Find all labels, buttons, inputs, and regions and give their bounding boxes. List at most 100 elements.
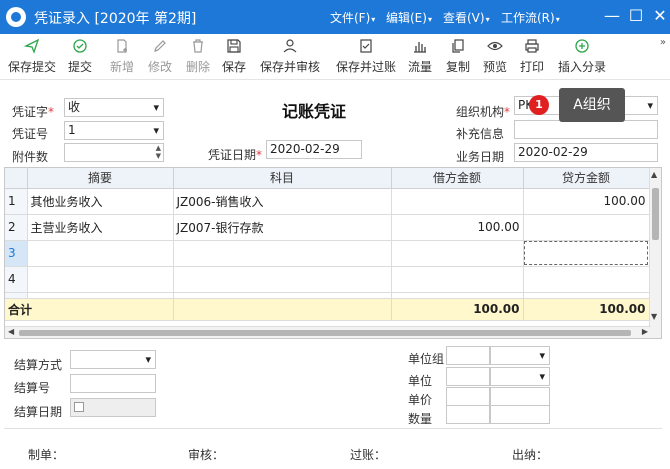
save-and-approve-label: 保存并审核 <box>260 60 321 74</box>
settle-date-checkbox[interactable] <box>74 402 84 412</box>
stepper-arrows-icon[interactable]: ▲ ▼ <box>156 144 161 160</box>
modify-label: 修改 <box>148 60 173 74</box>
settle-method-select[interactable] <box>70 350 156 369</box>
entry-grid: 摘要 科目 借方金额 贷方金额 1 其他业务收入 JZ006-销售收入 100.… <box>4 167 662 339</box>
insert-entry-button[interactable]: 插入分录 <box>558 38 606 75</box>
credit-cell[interactable]: 100.00 <box>523 188 650 215</box>
save-and-approve-button[interactable]: 保存并审核 <box>260 38 320 75</box>
copy-icon <box>446 38 470 56</box>
scroll-down-icon[interactable]: ▼ <box>651 312 657 321</box>
summary-cell[interactable]: 主营业务收入 <box>27 214 174 241</box>
save-and-post-button[interactable]: 保存并过账 <box>336 38 396 75</box>
footer-divider <box>4 428 662 429</box>
total-label: 合计 <box>5 298 174 321</box>
toolbar-overflow-button[interactable]: » <box>660 37 666 48</box>
debit-cell[interactable] <box>391 240 524 267</box>
table-row[interactable]: 1 其他业务收入 JZ006-销售收入 100.00 <box>5 188 650 215</box>
supplement-input[interactable] <box>514 120 658 139</box>
delete-button[interactable]: 删除 <box>186 38 210 75</box>
unit-group-select[interactable] <box>490 346 550 365</box>
debit-cell[interactable]: 100.00 <box>391 214 524 241</box>
account-cell[interactable]: JZ007-银行存款 <box>173 214 392 241</box>
copy-button[interactable]: 复制 <box>446 38 470 75</box>
copy-label: 复制 <box>446 60 471 74</box>
cash-flow-label: 流量 <box>408 60 433 74</box>
menu-file[interactable]: 文件(F)▾ <box>330 9 375 26</box>
unit-price-label: 单价 <box>408 393 433 407</box>
vertical-scrollbar[interactable]: ▲ ▼ <box>649 168 661 338</box>
table-row[interactable]: 2 主营业务收入 JZ007-银行存款 100.00 <box>5 214 650 241</box>
table-row[interactable]: 4 <box>5 266 650 293</box>
total-account-cell <box>173 298 392 321</box>
vertical-scroll-thumb[interactable] <box>652 188 659 240</box>
horizontal-scroll-thumb[interactable] <box>19 330 631 336</box>
modify-button[interactable]: 修改 <box>148 38 172 75</box>
voucher-date-label: 凭证日期* <box>208 148 263 162</box>
summary-cell[interactable] <box>27 266 174 293</box>
new-button[interactable]: 新增 <box>110 38 134 75</box>
cash-flow-button[interactable]: 流量 <box>408 38 432 75</box>
unit-select[interactable] <box>490 367 550 386</box>
settle-no-input[interactable] <box>70 374 156 393</box>
credit-cell[interactable] <box>523 240 650 267</box>
column-header[interactable]: 贷方金额 <box>523 168 650 189</box>
menu-view[interactable]: 查看(V)▾ <box>443 9 490 26</box>
business-date-label: 业务日期 <box>456 150 505 164</box>
column-header[interactable]: 科目 <box>173 168 392 189</box>
preview-button[interactable]: 预览 <box>483 38 507 75</box>
voucher-word-select[interactable]: 收 <box>64 98 164 117</box>
attachments-stepper[interactable]: ▲ ▼ <box>64 143 164 162</box>
scroll-left-icon[interactable]: ◀ <box>8 327 14 336</box>
credit-cell[interactable] <box>523 266 650 293</box>
toolbar: 保存提交 提交 新增 修改 删除 保存 保存并审核 保存并过账 流量 复制 预览 <box>0 34 670 80</box>
eye-icon <box>483 38 507 56</box>
edit-icon <box>148 38 172 56</box>
unit-price-input[interactable] <box>446 387 490 406</box>
voucher-date-input[interactable]: 2020-02-29 <box>266 140 362 159</box>
horizontal-scrollbar[interactable]: ◀ ▶ <box>5 326 651 338</box>
account-cell[interactable] <box>173 240 392 267</box>
menu-workflow[interactable]: 工作流(R)▾ <box>501 9 560 26</box>
quantity-input[interactable] <box>446 405 490 424</box>
summary-cell[interactable] <box>27 240 174 267</box>
unit-price-input-2[interactable] <box>490 387 550 406</box>
post-ledger-icon <box>336 38 396 56</box>
settle-date-input[interactable] <box>70 398 156 417</box>
column-header[interactable]: 借方金额 <box>391 168 524 189</box>
summary-cell[interactable]: 其他业务收入 <box>27 188 174 215</box>
save-submit-button[interactable]: 保存提交 <box>8 38 56 75</box>
table-row[interactable]: 3 <box>5 240 650 267</box>
close-button[interactable]: ✕ <box>650 6 670 26</box>
row-number[interactable]: 2 <box>5 214 28 241</box>
menu-edit[interactable]: 编辑(E)▾ <box>386 9 432 26</box>
print-button[interactable]: 打印 <box>520 38 544 75</box>
unit-group-input[interactable] <box>446 346 490 365</box>
row-number[interactable]: 4 <box>5 266 28 293</box>
check-circle-icon <box>68 38 92 56</box>
settle-date-label: 结算日期 <box>14 405 63 419</box>
save-button[interactable]: 保存 <box>222 38 246 75</box>
voucher-no-select[interactable]: 1 <box>64 121 164 140</box>
debit-cell[interactable] <box>391 188 524 215</box>
account-cell[interactable]: JZ006-销售收入 <box>173 188 392 215</box>
submit-button[interactable]: 提交 <box>68 38 92 75</box>
quantity-label: 数量 <box>408 412 433 426</box>
minimize-button[interactable]: — <box>602 6 622 26</box>
credit-cell[interactable] <box>523 214 650 241</box>
save-and-post-label: 保存并过账 <box>336 60 397 74</box>
step-badge: 1 <box>529 95 549 115</box>
scroll-up-icon[interactable]: ▲ <box>651 170 657 179</box>
column-header[interactable]: 摘要 <box>27 168 174 189</box>
row-number[interactable]: 3 <box>5 240 28 267</box>
business-date-input[interactable]: 2020-02-29 <box>514 143 658 162</box>
row-number[interactable]: 1 <box>5 188 28 215</box>
unit-group-label: 单位组 <box>408 352 445 366</box>
account-cell[interactable] <box>173 266 392 293</box>
scroll-right-icon[interactable]: ▶ <box>642 327 648 336</box>
title-bar: 凭证录入 [2020年 第2期] 文件(F)▾ 编辑(E)▾ 查看(V)▾ 工作… <box>0 0 670 34</box>
unit-input[interactable] <box>446 367 490 386</box>
debit-cell[interactable] <box>391 266 524 293</box>
save-label: 保存 <box>222 60 247 74</box>
quantity-input-2[interactable] <box>490 405 550 424</box>
maximize-button[interactable]: ☐ <box>626 6 646 26</box>
